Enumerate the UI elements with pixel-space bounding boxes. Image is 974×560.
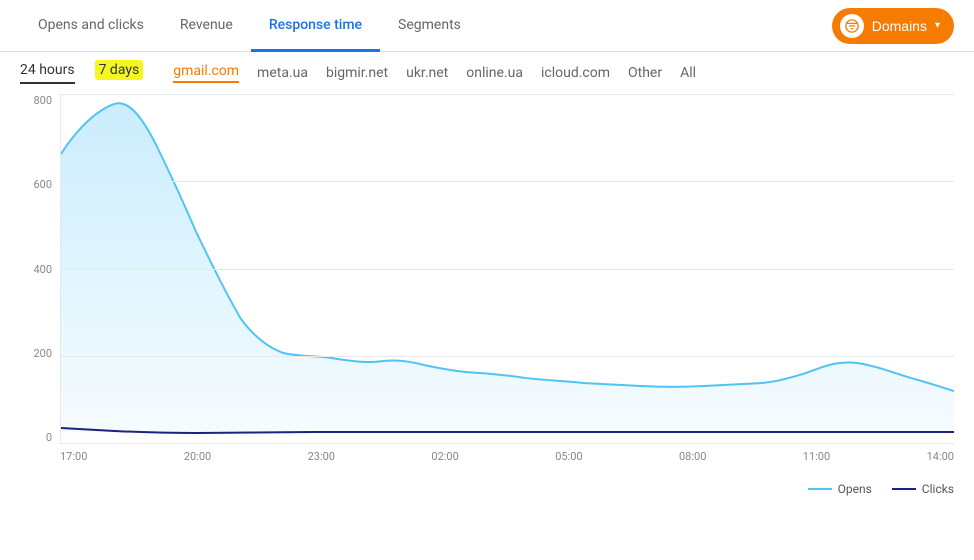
clicks-line-indicator — [892, 488, 916, 490]
opens-label: Opens — [838, 482, 872, 496]
tab-opens-clicks[interactable]: Opens and clicks — [20, 1, 162, 52]
nav-tabs: Opens and clicks Revenue Response time S… — [20, 0, 479, 51]
grid-line-75 — [61, 356, 954, 357]
opens-line-indicator — [808, 488, 832, 490]
domain-gmail[interactable]: gmail.com — [173, 63, 239, 83]
domain-meta[interactable]: meta.ua — [257, 65, 308, 81]
time-24h[interactable]: 24 hours — [20, 62, 75, 84]
filter-row: 24 hours 7 days gmail.com meta.ua bigmir… — [0, 52, 974, 94]
y-label-200: 200 — [33, 347, 52, 360]
x-axis: 17:00 20:00 23:00 02:00 05:00 08:00 11:0… — [60, 444, 954, 474]
chart-legend: Opens Clicks — [0, 474, 974, 504]
y-label-600: 600 — [33, 178, 52, 191]
y-label-800: 800 — [33, 94, 52, 107]
legend-opens: Opens — [808, 482, 872, 496]
chart-container: 800 600 400 200 0 — [20, 94, 954, 474]
filter-icon — [845, 19, 859, 33]
x-label-0500: 05:00 — [555, 450, 582, 463]
y-label-0: 0 — [46, 431, 52, 444]
domain-online[interactable]: online.ua — [466, 65, 523, 81]
chart-area: 800 600 400 200 0 — [20, 94, 954, 474]
x-label-0800: 08:00 — [679, 450, 706, 463]
y-axis: 800 600 400 200 0 — [20, 94, 60, 444]
y-label-400: 400 — [33, 263, 52, 276]
x-label-1400: 14:00 — [927, 450, 954, 463]
x-label-1700: 17:00 — [60, 450, 87, 463]
tab-revenue[interactable]: Revenue — [162, 1, 251, 52]
grid-line-top — [61, 94, 954, 95]
chevron-down-icon: ▾ — [935, 20, 940, 31]
chart-inner — [60, 94, 954, 444]
x-label-2300: 23:00 — [308, 450, 335, 463]
domain-other[interactable]: Other — [628, 65, 662, 81]
top-navigation: Opens and clicks Revenue Response time S… — [0, 0, 974, 52]
domain-bigmir[interactable]: bigmir.net — [326, 65, 388, 81]
domain-all[interactable]: All — [680, 65, 696, 81]
domains-icon — [840, 14, 864, 38]
legend-clicks: Clicks — [892, 482, 954, 496]
x-label-0200: 02:00 — [431, 450, 458, 463]
clicks-label: Clicks — [922, 482, 954, 496]
time-7d[interactable]: 7 days — [95, 62, 144, 84]
domains-button[interactable]: Domains ▾ — [832, 8, 954, 44]
domain-icloud[interactable]: icloud.com — [541, 65, 610, 81]
x-label-2000: 20:00 — [184, 450, 211, 463]
domain-ukrnet[interactable]: ukr.net — [406, 65, 448, 81]
domain-filters: gmail.com meta.ua bigmir.net ukr.net onl… — [173, 63, 696, 83]
tab-response-time[interactable]: Response time — [251, 1, 380, 52]
grid-line-25 — [61, 181, 954, 182]
x-label-1100: 11:00 — [803, 450, 830, 463]
tab-segments[interactable]: Segments — [380, 1, 479, 52]
grid-line-50 — [61, 269, 954, 270]
time-filter: 24 hours 7 days — [20, 62, 143, 84]
